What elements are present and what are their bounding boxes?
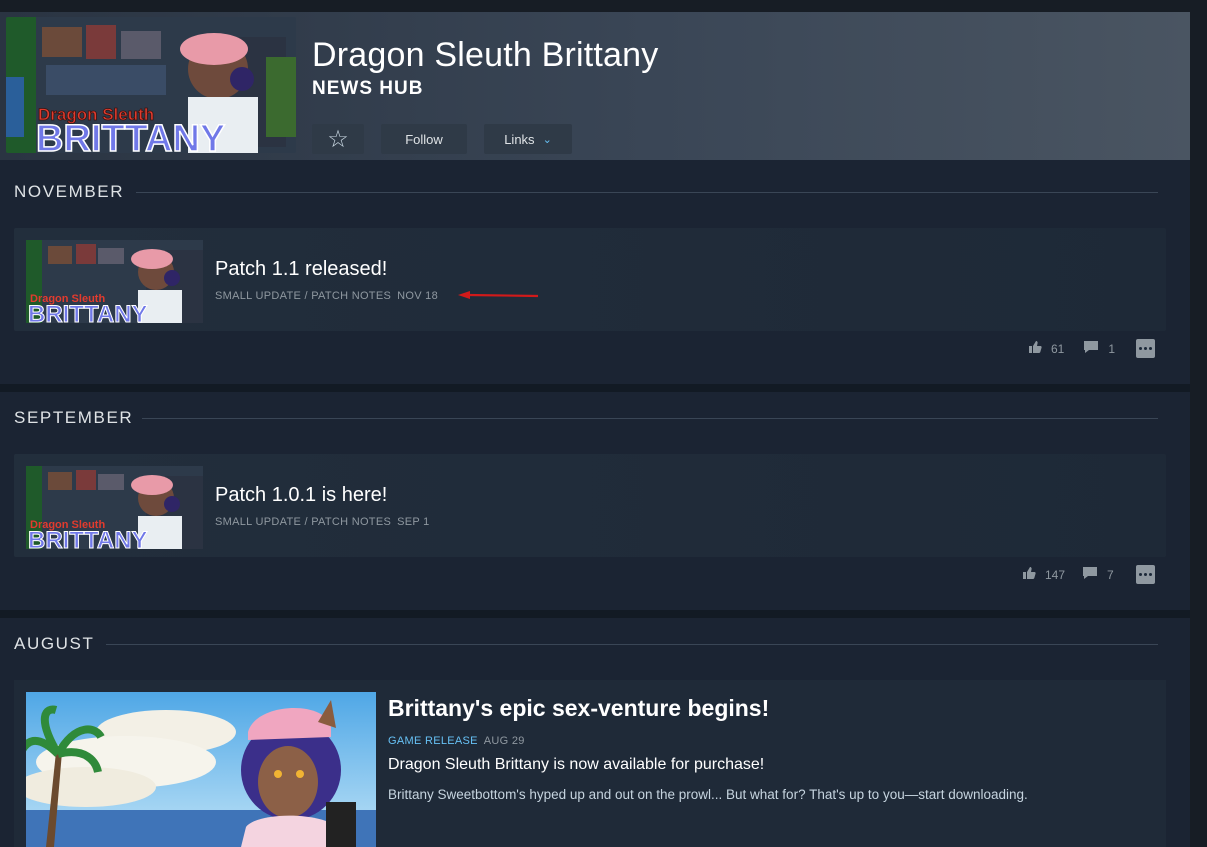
post-category: SMALL UPDATE / PATCH NOTES — [215, 516, 392, 528]
month-divider — [106, 644, 1158, 645]
game-header-art[interactable]: Dragon Sleuth BRITTANY — [6, 17, 296, 153]
annotation-arrow — [458, 291, 539, 299]
featured-post-meta: GAME RELEASE AUG 29 — [388, 735, 525, 747]
thumb-title-large: BRITTANY — [28, 301, 148, 323]
post-title[interactable]: Patch 1.1 released! — [215, 258, 387, 281]
post-category: SMALL UPDATE / PATCH NOTES — [215, 290, 392, 302]
links-dropdown-button[interactable]: Links ⌄ — [484, 124, 572, 154]
thumbs-up-icon[interactable] — [1028, 340, 1042, 357]
news-post-card[interactable]: Dragon Sleuth BRITTANY Patch 1.1 release… — [14, 228, 1166, 331]
more-options-button[interactable] — [1136, 339, 1155, 358]
month-heading: NOVEMBER — [14, 182, 125, 201]
post-title[interactable]: Patch 1.0.1 is here! — [215, 484, 387, 507]
comment-count: 1 — [1108, 341, 1116, 356]
post-date: SEP 1 — [397, 516, 430, 528]
like-count: 61 — [1051, 341, 1065, 356]
month-divider — [136, 192, 1158, 193]
month-heading: SEPTEMBER — [14, 408, 134, 427]
thumb-title-large: BRITTANY — [28, 527, 148, 549]
news-post-card[interactable]: Dragon Sleuth BRITTANY Patch 1.0.1 is he… — [14, 454, 1166, 557]
follow-button[interactable]: Follow — [381, 124, 467, 154]
post-thumbnail: Dragon Sleuth BRITTANY — [26, 240, 203, 323]
window-edge — [1190, 12, 1207, 847]
comment-icon[interactable] — [1082, 566, 1098, 583]
post-thumbnail: Dragon Sleuth BRITTANY — [26, 466, 203, 549]
app-title[interactable]: Dragon Sleuth Brittany — [312, 36, 658, 75]
post-meta: SMALL UPDATE / PATCH NOTES NOV 18 — [215, 290, 438, 302]
page-subtitle: NEWS HUB — [312, 78, 424, 99]
section-gap — [0, 384, 1190, 392]
like-count: 147 — [1045, 567, 1066, 582]
featured-post-title[interactable]: Brittany's epic sex-venture begins! — [388, 695, 769, 722]
post-meta: SMALL UPDATE / PATCH NOTES SEP 1 — [215, 516, 430, 528]
month-divider — [142, 418, 1158, 419]
comment-icon[interactable] — [1083, 340, 1099, 357]
post-date: NOV 18 — [397, 290, 439, 302]
follow-label: Follow — [405, 131, 443, 147]
section-gap — [0, 610, 1190, 618]
thumbs-up-icon[interactable] — [1022, 566, 1036, 583]
featured-post-summary: Brittany Sweetbottom's hyped up and out … — [388, 787, 1028, 802]
post-date: AUG 29 — [483, 735, 525, 747]
post-stats: 61 1 — [1028, 340, 1115, 357]
featured-post-image — [26, 692, 376, 847]
post-stats: 147 7 — [1022, 566, 1114, 583]
news-hub-header: Dragon Sleuth BRITTANY Dragon Sleuth Bri… — [0, 12, 1190, 160]
month-heading: AUGUST — [14, 634, 95, 653]
featured-post-card[interactable]: Brittany's epic sex-venture begins! GAME… — [14, 680, 1166, 847]
star-outline-icon: ☆ — [327, 125, 349, 153]
more-options-button[interactable] — [1136, 565, 1155, 584]
wishlist-star-button[interactable]: ☆ — [312, 124, 364, 154]
links-label: Links — [504, 131, 535, 147]
comment-count: 7 — [1107, 567, 1114, 582]
art-title-large: BRITTANY — [36, 118, 225, 153]
top-strip — [0, 0, 1207, 12]
post-category: GAME RELEASE — [388, 735, 478, 747]
featured-post-subtitle: Dragon Sleuth Brittany is now available … — [388, 756, 765, 773]
chevron-down-icon: ⌄ — [542, 133, 552, 146]
